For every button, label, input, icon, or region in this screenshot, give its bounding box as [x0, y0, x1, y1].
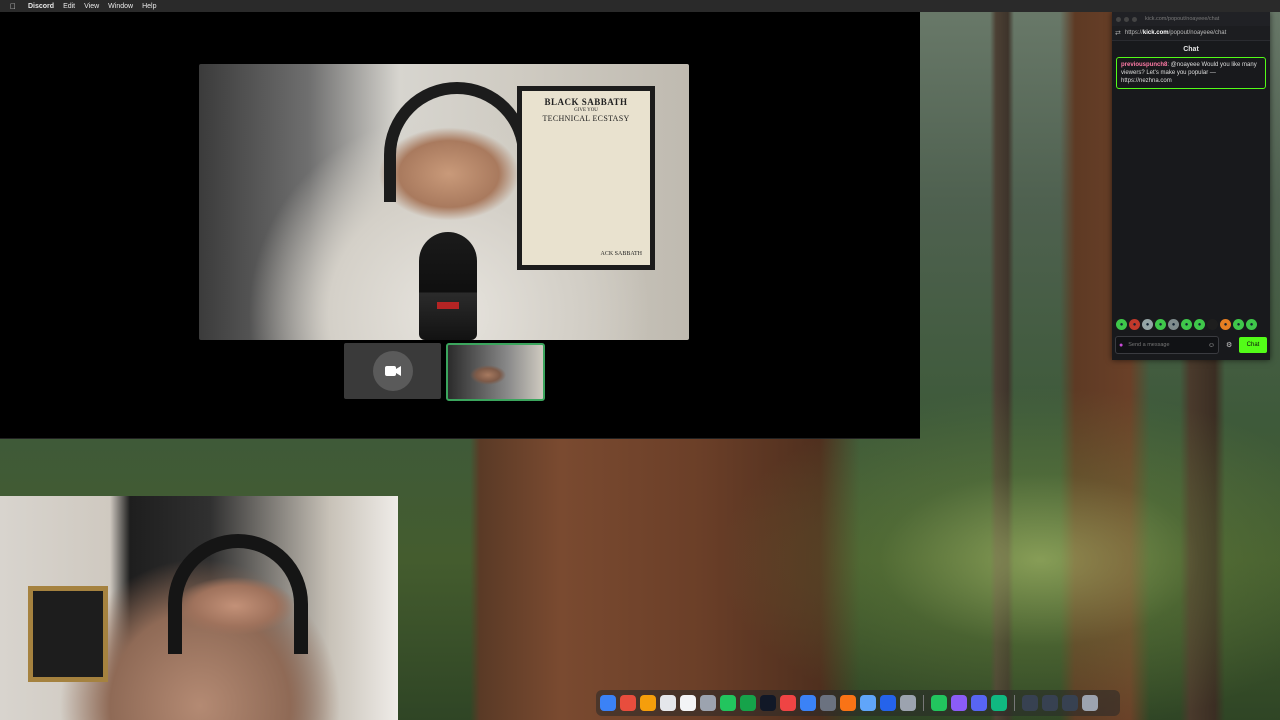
message-username[interactable]: previouspunch8	[1121, 62, 1167, 68]
microphone-band	[437, 302, 459, 309]
wall-frame	[28, 586, 108, 682]
calendar-icon[interactable]	[680, 695, 696, 711]
emote-icon[interactable]: ●	[1116, 319, 1127, 330]
chrome-browser-icon[interactable]	[840, 695, 856, 711]
chat-heading: Chat	[1183, 46, 1199, 53]
poster-album: TECHNICAL ECSTASY	[542, 114, 630, 123]
emote-icon[interactable]: ●	[1168, 319, 1179, 330]
address-bar[interactable]: ⇄ https://kick.com/popout/noayeee/chat	[1112, 26, 1270, 41]
dock-separator	[923, 695, 924, 711]
emote-icon[interactable]: ●	[1155, 319, 1166, 330]
main-video-feed[interactable]: BLACK SABBATH GIVE YOU TECHNICAL ECSTASY…	[199, 64, 689, 340]
window-thumb-1-icon[interactable]	[1022, 695, 1038, 711]
facetime-icon[interactable]	[740, 695, 756, 711]
chat-message-input[interactable]: ● Send a message ☺	[1115, 336, 1219, 354]
chrome-icon[interactable]	[620, 695, 636, 711]
finder-icon[interactable]	[600, 695, 616, 711]
launchpad-icon[interactable]	[700, 695, 716, 711]
minimize-window-icon[interactable]	[1124, 16, 1129, 22]
webcam-overlay	[0, 496, 398, 720]
menu-view[interactable]: View	[84, 3, 99, 10]
emote-icon[interactable]: ●	[1220, 319, 1231, 330]
camera-off-tile[interactable]	[344, 343, 441, 399]
messages-icon[interactable]	[991, 695, 1007, 711]
music-icon[interactable]	[780, 695, 796, 711]
zoom-window-icon[interactable]	[1132, 16, 1137, 22]
dock	[596, 690, 1120, 716]
safari-icon[interactable]	[860, 695, 876, 711]
chat-input-row: ● Send a message ☺ ⚙ Chat	[1115, 335, 1267, 355]
emoji-picker-icon[interactable]: ☺	[1208, 342, 1215, 349]
microphone-icon[interactable]: ●	[1119, 342, 1123, 349]
utility-icon[interactable]	[900, 695, 916, 711]
poster-footer: ACK SABBATH	[600, 251, 642, 257]
apple-icon[interactable]: 	[6, 2, 20, 11]
spotify-icon[interactable]	[931, 695, 947, 711]
emote-icon[interactable]: ●	[1233, 319, 1244, 330]
menu-edit[interactable]: Edit	[63, 3, 75, 10]
chat-settings-gear-icon[interactable]: ⚙	[1226, 341, 1232, 349]
emote-icon[interactable]: ●	[1129, 319, 1140, 330]
settings-icon[interactable]	[820, 695, 836, 711]
video-camera-icon	[384, 366, 401, 376]
word-icon[interactable]	[880, 695, 896, 711]
menu-window[interactable]: Window	[108, 3, 133, 10]
emote-icon[interactable]	[1207, 319, 1218, 330]
emote-icon[interactable]: ●	[1194, 319, 1205, 330]
emote-icon[interactable]: ●	[1246, 319, 1257, 330]
kick-chat-popout: kick.com/popout/noayeee/chat ⇄ https://k…	[1112, 12, 1270, 360]
menu-app-name[interactable]: Discord	[28, 3, 54, 10]
participant-video-tile[interactable]	[446, 343, 545, 401]
camera-circle	[372, 351, 413, 391]
titlebar-url: kick.com/popout/noayeee/chat	[1145, 16, 1220, 22]
discord-stage-window: BLACK SABBATH GIVE YOU TECHNICAL ECSTASY…	[0, 12, 920, 439]
close-window-icon[interactable]	[1116, 16, 1121, 22]
discord-icon[interactable]	[971, 695, 987, 711]
poster-title: BLACK SABBATH	[544, 97, 628, 107]
headphones-shape	[384, 82, 530, 202]
wall-poster: BLACK SABBATH GIVE YOU TECHNICAL ECSTASY…	[517, 86, 655, 270]
chat-message[interactable]: previouspunch8: @noayeee Would you like …	[1116, 57, 1266, 89]
url-scheme: https://	[1124, 30, 1143, 36]
microphone-shape	[419, 232, 477, 340]
terminal-icon[interactable]	[760, 695, 776, 711]
star-icon[interactable]	[951, 695, 967, 711]
headphones-shape	[168, 534, 308, 654]
menu-bar:  Discord Edit View Window Help	[0, 0, 1280, 12]
maps-icon[interactable]	[720, 695, 736, 711]
dock-separator	[1014, 695, 1015, 711]
trash-icon[interactable]	[1082, 695, 1098, 711]
menu-help[interactable]: Help	[142, 3, 156, 10]
poster-subtitle: GIVE YOU	[574, 108, 598, 113]
emote-bar: ● ● ● ● ● ● ● ● ● ●	[1116, 319, 1257, 330]
notes-icon[interactable]	[660, 695, 676, 711]
input-placeholder: Send a message	[1128, 342, 1170, 348]
url-path: /popout/noayeee/chat	[1168, 30, 1227, 36]
popout-titlebar: kick.com/popout/noayeee/chat	[1112, 12, 1270, 26]
send-chat-button[interactable]: Chat	[1239, 337, 1267, 353]
window-thumb-2-icon[interactable]	[1042, 695, 1058, 711]
emote-icon[interactable]: ●	[1181, 319, 1192, 330]
photos-icon[interactable]	[640, 695, 656, 711]
window-thumb-3-icon[interactable]	[1062, 695, 1078, 711]
site-settings-icon[interactable]: ⇄	[1115, 29, 1121, 37]
url-domain: kick.com	[1142, 30, 1169, 36]
app-store-icon[interactable]	[800, 695, 816, 711]
emote-icon[interactable]: ●	[1142, 319, 1153, 330]
